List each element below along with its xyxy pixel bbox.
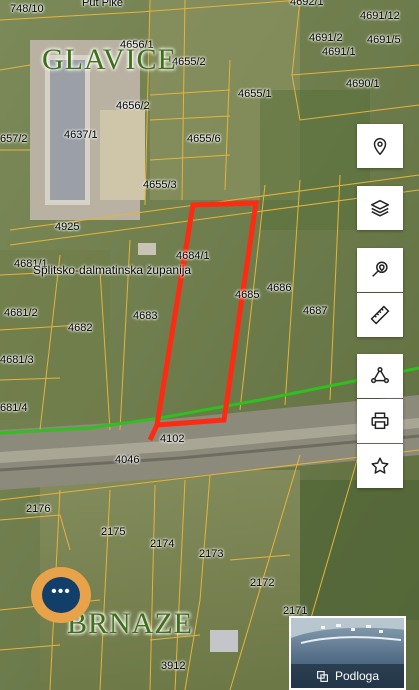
parcel-label: 3912 (161, 660, 186, 672)
parcel-label: 4690/1 (346, 78, 380, 90)
print-button[interactable] (357, 399, 403, 443)
parcel-label: 657/2 (0, 133, 28, 145)
parcel-label: 4685 (235, 289, 260, 301)
parcel-label: 2175 (101, 526, 126, 538)
star-icon (371, 457, 389, 474)
parcel-label: 4655/2 (172, 56, 206, 68)
parcel-label: 4102 (160, 433, 185, 445)
measure-button[interactable] (357, 293, 403, 337)
parcel-label: 2172 (250, 577, 275, 589)
parcel-label: 4637/1 (64, 129, 98, 141)
basemap-thumbnail (291, 618, 404, 644)
parcel-label: 4046 (115, 454, 140, 466)
parcel-label: 4655/6 (187, 133, 221, 145)
parcel-label: 4692/1 (290, 0, 324, 8)
search-location-icon (372, 261, 388, 277)
chat-button[interactable]: ••• (31, 567, 91, 623)
quarry (100, 110, 145, 200)
parcel-label: 4691/2 (309, 32, 343, 44)
parcel-label: 4655/3 (143, 179, 177, 191)
parcel-label: 4656/2 (116, 100, 150, 112)
layers-button[interactable] (357, 186, 403, 230)
parcel-label: 4691/5 (367, 34, 401, 46)
chat-bubble-icon: ••• (42, 577, 80, 613)
polygon-icon (371, 367, 389, 384)
parcel-label: 4681/2 (4, 307, 38, 319)
street-label: Put Pike (82, 0, 123, 9)
place-label-brnaze: BRNAZE (67, 607, 193, 640)
basemap-toggle[interactable]: Podloga (289, 616, 406, 690)
parcel-label: 4655/1 (238, 88, 272, 100)
search-location-button[interactable] (357, 248, 403, 292)
layers-icon (371, 199, 389, 217)
parcel-label: 748/10 (10, 3, 44, 15)
parcel-label: 4925 (55, 221, 80, 233)
ruler-icon (370, 305, 390, 325)
parcel-label: 2173 (199, 548, 224, 560)
place-label-glavice: GLAVICE (42, 43, 177, 76)
chat-dots: ••• (51, 583, 71, 600)
parcel-label: 4691/1 (322, 46, 356, 58)
polygon-button[interactable] (357, 354, 403, 398)
parcel-label: 4691/12 (360, 10, 400, 22)
parcel-label: 681/4 (0, 402, 28, 414)
parcel-label: 4687 (303, 305, 328, 317)
printer-icon (371, 412, 389, 430)
parcel-label: 2176 (26, 503, 51, 515)
parcel-label: 4686 (267, 282, 292, 294)
basemap-icon (317, 670, 328, 682)
building (210, 630, 238, 652)
region-label: Splitsko-dalmatinska županija (33, 263, 192, 277)
parcel-label: 4681/3 (0, 354, 34, 366)
parcel-label: 2174 (150, 538, 175, 550)
location-pin-icon (373, 138, 387, 156)
parcel-label: 4683 (133, 310, 158, 322)
parcel-label: 4684/1 (176, 250, 210, 262)
basemap-label: Podloga (334, 669, 380, 683)
field-patch (300, 480, 419, 620)
parcel-label: 4682 (68, 322, 93, 334)
location-button[interactable] (357, 124, 403, 168)
favorites-button[interactable] (357, 444, 403, 488)
building (138, 243, 156, 255)
basemap-caption: Podloga (291, 664, 404, 688)
